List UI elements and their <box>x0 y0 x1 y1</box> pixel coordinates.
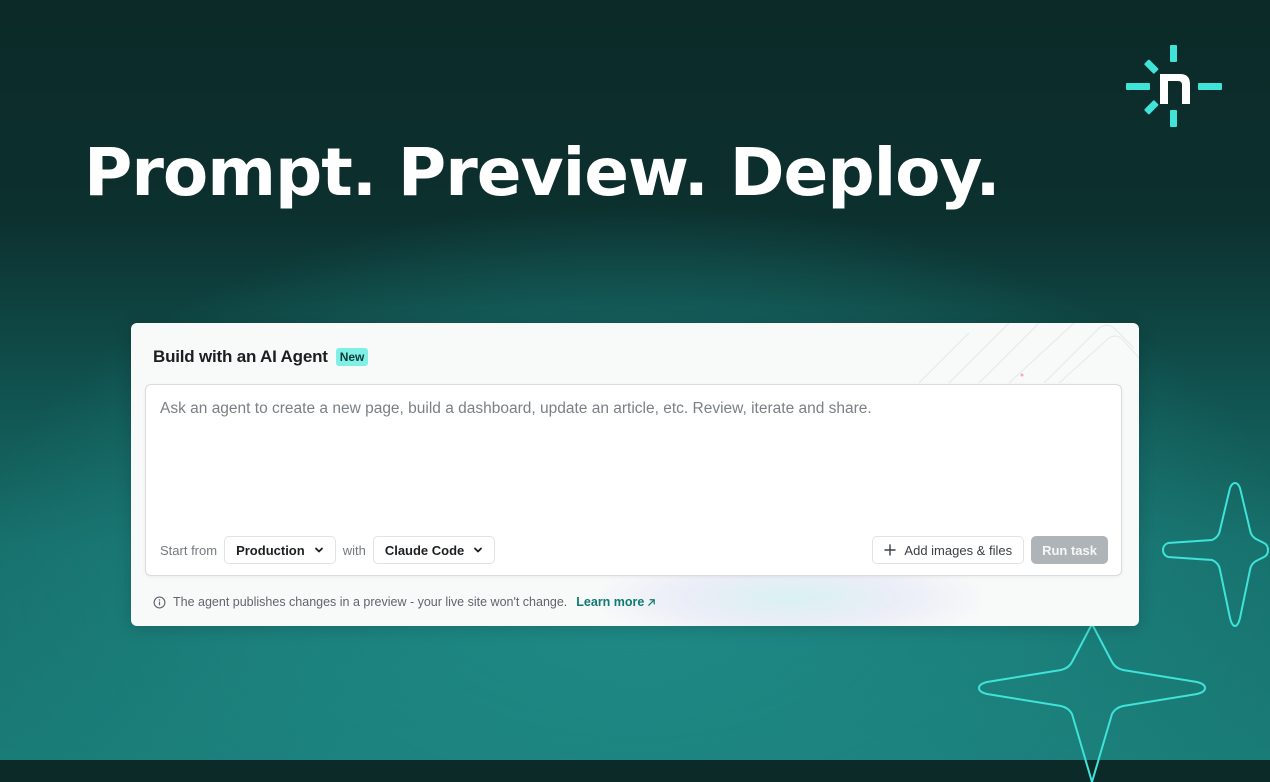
with-label: with <box>342 542 366 558</box>
environment-select[interactable]: Production <box>224 536 336 564</box>
sparkle-decoration-icon <box>1161 481 1270 628</box>
environment-select-value: Production <box>236 542 305 558</box>
agent-select[interactable]: Claude Code <box>372 536 496 564</box>
prompt-input[interactable] <box>146 385 1121 505</box>
add-images-files-label: Add images & files <box>904 542 1013 558</box>
info-icon <box>153 596 166 608</box>
action-controls: Add images & files Run task <box>872 535 1108 565</box>
learn-more-link[interactable]: Learn more <box>576 595 656 609</box>
agent-select-value: Claude Code <box>384 542 465 558</box>
card-title: Build with an AI Agent <box>153 347 328 366</box>
footnote-text: The agent publishes changes in a preview… <box>173 595 568 609</box>
prompt-box: Start from Production with Claude Code <box>145 384 1122 576</box>
external-link-arrow-icon <box>648 598 656 606</box>
hero-headline: Prompt. Preview. Deploy. <box>84 134 1001 211</box>
chevron-down-icon <box>314 547 323 553</box>
add-images-files-button[interactable]: Add images & files <box>872 536 1025 564</box>
preview-footnote: The agent publishes changes in a preview… <box>153 595 656 609</box>
netlify-logo-icon <box>1126 45 1222 127</box>
sparkle-decoration-icon <box>977 622 1207 782</box>
new-badge: New <box>335 348 369 366</box>
learn-more-label: Learn more <box>576 595 645 609</box>
ai-agent-card: Build with an AI Agent New Start from Pr… <box>131 323 1139 626</box>
start-from-label: Start from <box>160 542 218 558</box>
card-header: Build with an AI Agent New <box>153 347 369 367</box>
run-task-button[interactable]: Run task <box>1031 536 1108 564</box>
plus-icon <box>884 544 897 556</box>
chevron-down-icon <box>474 547 483 553</box>
source-controls: Start from Production with Claude Code <box>160 535 496 565</box>
